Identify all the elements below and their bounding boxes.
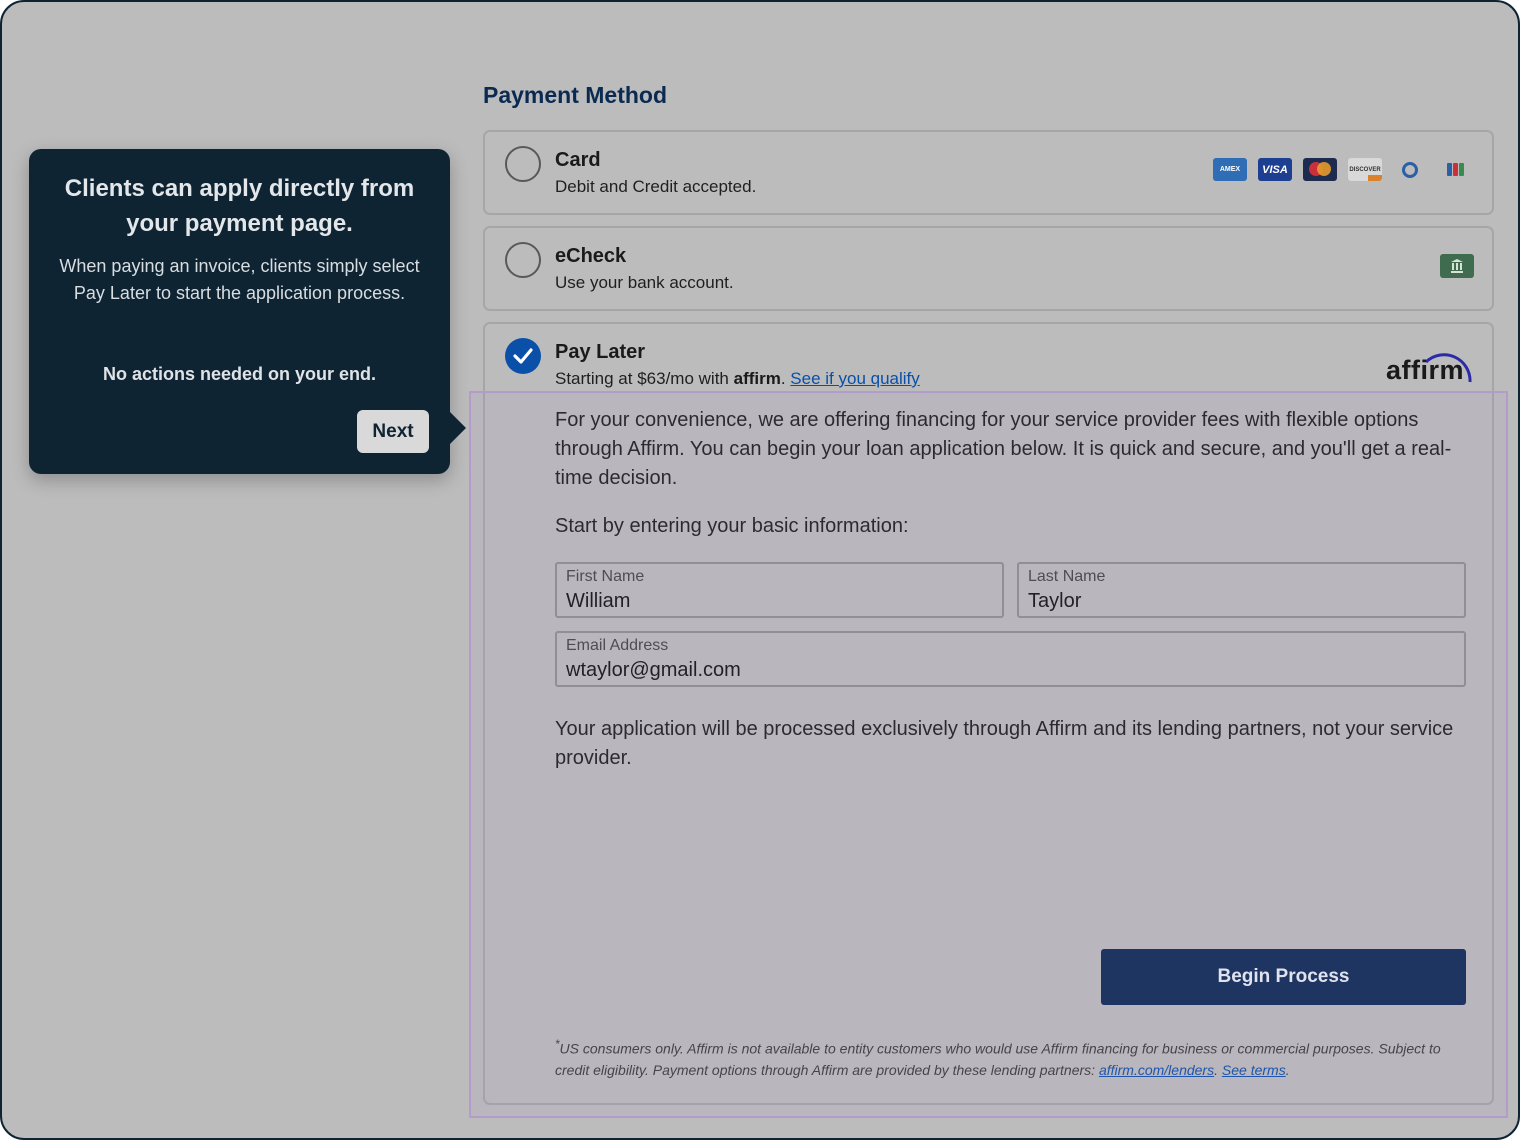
payment-option-pay-later[interactable]: Pay Later Starting at $63/mo with affirm…	[483, 322, 1494, 1105]
echeck-radio[interactable]	[505, 242, 541, 278]
email-label: Email Address	[566, 637, 669, 654]
tooltip-body: When paying an invoice, clients simply s…	[59, 256, 420, 303]
last-name-value[interactable]: Taylor	[1028, 590, 1081, 613]
payment-option-echeck[interactable]: eCheck Use your bank account.	[483, 226, 1494, 311]
discover-icon: DISCOVER	[1348, 158, 1382, 181]
email-field[interactable]: Email Address wtaylor@gmail.com	[555, 631, 1466, 687]
affirm-inline-logo: affirm	[733, 369, 781, 388]
pay-later-content: For your convenience, we are offering fi…	[555, 406, 1465, 541]
visa-icon: VISA	[1258, 158, 1292, 181]
tooltip-note: No actions needed on your end.	[102, 364, 377, 384]
card-subtitle: Debit and Credit accepted.	[555, 177, 757, 196]
affirm-logo: affirm	[1386, 346, 1472, 386]
start-prompt: Start by entering your basic information…	[555, 515, 909, 537]
card-title: Card	[555, 149, 601, 171]
last-name-label: Last Name	[1028, 568, 1106, 585]
payment-method-title: Payment Method	[483, 82, 668, 108]
see-if-you-qualify-link[interactable]: See if you qualify	[790, 369, 919, 388]
tooltip-title: Clients can apply directly from your pay…	[64, 175, 415, 237]
affirm-disclaimer: Your application will be processed exclu…	[555, 718, 1454, 769]
onboarding-tooltip: Clients can apply directly from your pay…	[29, 149, 466, 474]
email-value[interactable]: wtaylor@gmail.com	[566, 659, 741, 682]
affirm-logo-text: affirm	[1386, 355, 1465, 385]
pay-later-radio-checked[interactable]	[505, 338, 541, 374]
affirm-footnote: *US consumers only. Affirm is not availa…	[555, 1038, 1441, 1078]
bank-icon	[1440, 254, 1474, 278]
first-name-field[interactable]: First Name William	[555, 562, 1004, 618]
jcb-icon	[1438, 158, 1472, 181]
pay-later-intro: For your convenience, we are offering fi…	[555, 409, 1452, 489]
mastercard-icon	[1303, 158, 1337, 181]
payment-option-card[interactable]: Card Debit and Credit accepted. AMEX VIS…	[483, 130, 1494, 215]
pay-later-price-text: Starting at $63/mo with	[555, 369, 729, 388]
card-brand-icons: AMEX VISA DISCOVER	[1213, 158, 1472, 181]
echeck-subtitle: Use your bank account.	[555, 273, 734, 292]
pay-later-title: Pay Later	[555, 341, 646, 363]
tooltip-next-button[interactable]: Next	[357, 410, 429, 453]
echeck-title: eCheck	[555, 245, 627, 267]
see-terms-link[interactable]: See terms	[1222, 1062, 1286, 1078]
tooltip-arrow	[449, 411, 466, 445]
footnote-text: US consumers only. Affirm is not availab…	[555, 1040, 1441, 1078]
affirm-lenders-link[interactable]: affirm.com/lenders	[1099, 1062, 1214, 1078]
pay-later-subtitle: Starting at $63/mo with affirm. See if y…	[555, 369, 920, 388]
diners-icon	[1393, 158, 1427, 181]
first-name-value[interactable]: William	[566, 590, 630, 613]
first-name-label: First Name	[566, 568, 645, 585]
last-name-field[interactable]: Last Name Taylor	[1017, 562, 1466, 618]
amex-icon: AMEX	[1213, 158, 1247, 181]
checkmark-icon	[513, 348, 533, 364]
app-frame: Payment Method Card Debit and Credit acc…	[0, 0, 1520, 1140]
begin-process-button[interactable]: Begin Process	[1101, 949, 1466, 1005]
card-radio[interactable]	[505, 146, 541, 182]
